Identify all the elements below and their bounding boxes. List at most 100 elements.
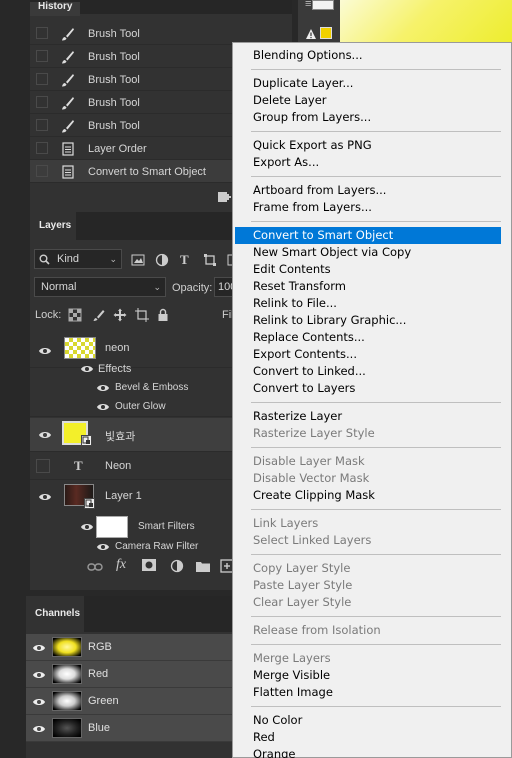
history-item-label: Brush Tool bbox=[88, 97, 140, 109]
menu-item-group-from-layers[interactable]: Group from Layers... bbox=[235, 109, 501, 126]
lock-transparent-icon[interactable] bbox=[68, 308, 82, 322]
menu-item-no-color[interactable]: No Color bbox=[235, 712, 501, 729]
visibility-eye-icon[interactable] bbox=[38, 346, 52, 356]
menu-item-create-clipping-mask[interactable]: Create Clipping Mask bbox=[235, 487, 501, 504]
menu-item-new-smart-object-via-copy[interactable]: New Smart Object via Copy bbox=[235, 244, 501, 261]
visibility-eye-icon[interactable] bbox=[32, 670, 46, 680]
menu-separator bbox=[251, 554, 501, 555]
menu-separator bbox=[251, 616, 501, 617]
menu-item-convert-to-linked[interactable]: Convert to Linked... bbox=[235, 363, 501, 380]
adjustment-layer-icon[interactable] bbox=[170, 559, 184, 573]
menu-item-relink-to-file[interactable]: Relink to File... bbox=[235, 295, 501, 312]
menu-item-artboard-from-layers[interactable]: Artboard from Layers... bbox=[235, 182, 501, 199]
snapshot-checkbox[interactable] bbox=[36, 27, 48, 39]
lock-artboard-icon[interactable] bbox=[135, 308, 149, 322]
effect-label: Bevel & Emboss bbox=[115, 382, 189, 393]
snapshot-checkbox[interactable] bbox=[36, 165, 48, 177]
channel-thumbnail[interactable] bbox=[52, 718, 82, 738]
visibility-eye-icon[interactable] bbox=[80, 364, 94, 374]
menu-item-replace-contents[interactable]: Replace Contents... bbox=[235, 329, 501, 346]
snapshot-checkbox[interactable] bbox=[36, 96, 48, 108]
visibility-eye-icon[interactable] bbox=[96, 542, 110, 552]
lock-position-icon[interactable] bbox=[113, 308, 127, 322]
menu-item-edit-contents[interactable]: Edit Contents bbox=[235, 261, 501, 278]
tab-channels[interactable]: Channels bbox=[26, 596, 84, 632]
background-swatch[interactable] bbox=[312, 0, 334, 10]
snapshot-checkbox[interactable] bbox=[36, 142, 48, 154]
menu-item-delete-layer[interactable]: Delete Layer bbox=[235, 92, 501, 109]
menu-item-blending-options[interactable]: Blending Options... bbox=[235, 47, 501, 64]
channel-thumbnail[interactable] bbox=[52, 664, 82, 684]
history-item-label: Brush Tool bbox=[88, 28, 140, 40]
visibility-eye-icon[interactable] bbox=[96, 402, 110, 412]
visibility-eye-icon[interactable] bbox=[38, 430, 52, 440]
chevron-down-icon: ⌄ bbox=[153, 282, 161, 292]
snapshot-checkbox[interactable] bbox=[36, 119, 48, 131]
menu-item-flatten-image[interactable]: Flatten Image bbox=[235, 684, 501, 701]
snapshot-checkbox[interactable] bbox=[36, 73, 48, 85]
layer-thumbnail[interactable] bbox=[64, 337, 96, 359]
menu-item-export-contents[interactable]: Export Contents... bbox=[235, 346, 501, 363]
menu-item-quick-export[interactable]: Quick Export as PNG bbox=[235, 137, 501, 154]
type-layer-icon: T bbox=[74, 458, 83, 473]
channel-thumbnail[interactable] bbox=[52, 691, 82, 711]
link-layers-icon[interactable] bbox=[87, 562, 103, 572]
channel-name: RGB bbox=[88, 641, 112, 653]
menu-item-copy-layer-style: Copy Layer Style bbox=[253, 561, 351, 575]
menu-item-merge-visible[interactable]: Merge Visible bbox=[235, 667, 501, 684]
menu-item-convert-to-layers[interactable]: Convert to Layers bbox=[235, 380, 501, 397]
canvas-preview bbox=[340, 0, 512, 48]
lock-pixels-icon[interactable] bbox=[92, 308, 106, 322]
visibility-eye-icon[interactable] bbox=[32, 697, 46, 707]
panel-menu-icon[interactable]: ≡ bbox=[305, 0, 315, 10]
menu-item-convert-to-smart-object[interactable]: Convert to Smart Object bbox=[235, 227, 501, 244]
layer-name[interactable]: neon bbox=[105, 342, 129, 354]
lock-all-icon[interactable] bbox=[156, 308, 170, 322]
menu-item-release-from-isolation: Release from Isolation bbox=[253, 623, 381, 637]
visibility-eye-icon[interactable] bbox=[96, 383, 110, 393]
filter-mask-thumbnail[interactable] bbox=[96, 516, 128, 538]
menu-item-frame-from-layers[interactable]: Frame from Layers... bbox=[235, 199, 501, 216]
visibility-eye-icon[interactable] bbox=[32, 643, 46, 653]
visibility-eye-icon[interactable] bbox=[80, 522, 94, 532]
menu-item-red[interactable]: Red bbox=[235, 729, 501, 746]
brush-icon bbox=[60, 49, 76, 65]
pixel-filter-icon[interactable] bbox=[131, 253, 145, 267]
history-item-label: Layer Order bbox=[88, 143, 147, 155]
snapshot-checkbox[interactable] bbox=[36, 50, 48, 62]
menu-item-reset-transform[interactable]: Reset Transform bbox=[235, 278, 501, 295]
menu-item-paste-layer-style: Paste Layer Style bbox=[253, 578, 353, 592]
layer-name[interactable]: Layer 1 bbox=[105, 490, 142, 502]
adjustment-filter-icon[interactable] bbox=[155, 253, 169, 267]
menu-item-orange[interactable]: Orange bbox=[235, 746, 501, 758]
menu-item-relink-to-library[interactable]: Relink to Library Graphic... bbox=[235, 312, 501, 329]
warning-icon[interactable] bbox=[305, 28, 317, 40]
visibility-toggle-off[interactable] bbox=[36, 459, 50, 473]
layer-name[interactable]: Neon bbox=[105, 460, 131, 472]
menu-item-rasterize-layer[interactable]: Rasterize Layer bbox=[235, 408, 501, 425]
layer-name[interactable]: 빛효과 bbox=[105, 428, 135, 444]
menu-item-merge-layers: Merge Layers bbox=[253, 651, 331, 665]
new-document-from-state-icon[interactable] bbox=[216, 190, 232, 204]
visibility-eye-icon[interactable] bbox=[38, 492, 52, 502]
tab-history[interactable]: History bbox=[30, 2, 81, 16]
history-item-label: Brush Tool bbox=[88, 120, 140, 132]
filter-label: Camera Raw Filter bbox=[115, 541, 199, 552]
foreground-color-swatch[interactable] bbox=[320, 27, 332, 39]
tab-layers[interactable]: Layers bbox=[30, 212, 76, 240]
menu-separator bbox=[251, 131, 501, 132]
blend-mode-select[interactable]: Normal ⌄ bbox=[34, 277, 166, 297]
type-filter-icon[interactable]: T bbox=[180, 252, 194, 267]
menu-item-duplicate-layer[interactable]: Duplicate Layer... bbox=[235, 75, 501, 92]
history-item-label: Convert to Smart Object bbox=[88, 166, 206, 178]
chevron-down-icon: ⌄ bbox=[109, 254, 117, 264]
fx-icon[interactable]: fx bbox=[116, 557, 126, 573]
smart-object-badge-icon bbox=[81, 435, 92, 446]
visibility-eye-icon[interactable] bbox=[32, 724, 46, 734]
smart-filters-label: Smart Filters bbox=[138, 521, 195, 532]
shape-filter-icon[interactable] bbox=[203, 253, 217, 267]
folder-icon[interactable] bbox=[196, 560, 210, 572]
menu-item-export-as[interactable]: Export As... bbox=[235, 154, 501, 171]
channel-thumbnail[interactable] bbox=[52, 637, 82, 657]
add-mask-icon[interactable] bbox=[142, 559, 156, 571]
